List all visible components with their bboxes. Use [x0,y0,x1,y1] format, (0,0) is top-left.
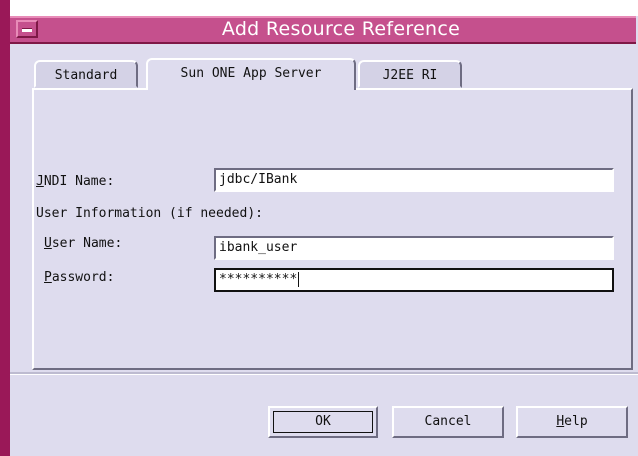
jndi-name-label: JNDI Name: [36,174,114,189]
mnemonic: U [44,236,52,251]
cancel-button[interactable]: Cancel [392,406,504,438]
button-label: Cancel [424,414,472,429]
label-text: assword: [51,270,115,285]
user-info-heading: User Information (if needed): [36,206,263,221]
button-label: OK [315,414,331,429]
password-field[interactable]: ********** [214,268,614,292]
dialog-window: Add Resource Reference Standard Sun ONE … [0,0,638,456]
mnemonic: P [44,270,52,285]
field-value: ibank_user [219,240,298,255]
window-title: Add Resource Reference [221,18,461,40]
user-name-field[interactable]: ibank_user [214,236,614,260]
separator [10,372,638,375]
text-cursor [298,272,300,287]
mnemonic: J [36,174,44,189]
tab-label: J2EE RI [382,68,438,83]
mnemonic: H [556,414,565,429]
jndi-name-field[interactable]: jdbc/IBank [214,168,614,192]
window-frame-left [0,0,10,456]
tab-j2ee-ri[interactable]: J2EE RI [358,60,462,88]
field-value: jdbc/IBank [219,172,298,187]
window-menu-icon[interactable] [16,20,38,38]
tab-label: Standard [54,68,118,83]
button-label: elp [564,414,588,429]
desktop-strip [10,0,638,16]
label-text: ser Name: [51,236,123,251]
tab-panel [32,88,633,370]
field-value: ********** [219,272,298,287]
tab-sun-one-app-server[interactable]: Sun ONE App Server [146,58,356,90]
label-text: NDI Name: [43,174,115,189]
user-name-label: User Name: [44,236,122,251]
help-button[interactable]: Help [516,406,628,438]
password-label: Password: [44,270,114,285]
ok-button[interactable]: OK [268,406,378,438]
tab-standard[interactable]: Standard [34,60,138,88]
tab-label: Sun ONE App Server [180,66,322,81]
